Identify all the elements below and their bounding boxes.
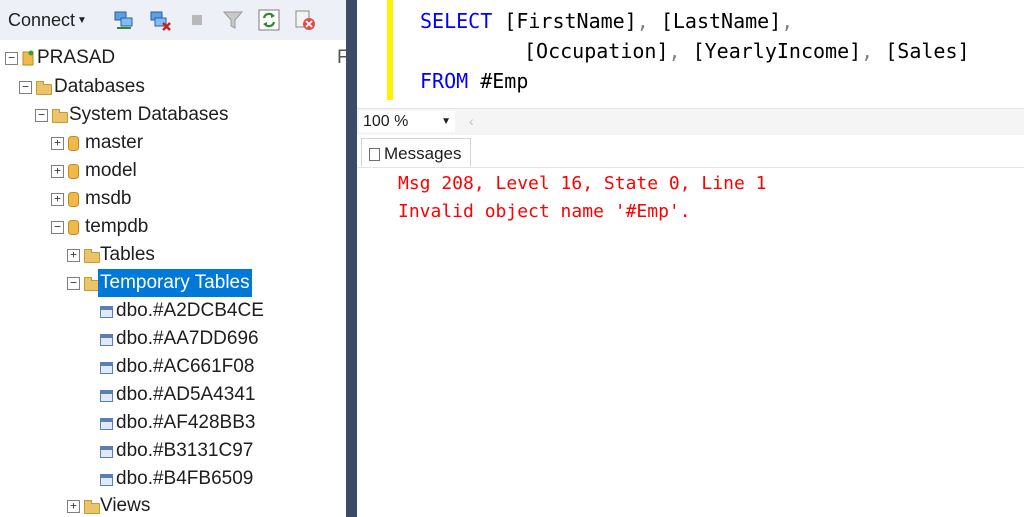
tree-node-label: Tables xyxy=(100,244,155,265)
server-name: PRASAD xyxy=(37,47,116,68)
tree-node-label: Databases xyxy=(54,76,145,97)
disconnect-server-icon[interactable] xyxy=(149,9,171,31)
tree-node-label: dbo.#AC661F08 xyxy=(116,356,255,377)
tree-node-label: model xyxy=(85,160,137,181)
expand-toggle-icon[interactable]: + xyxy=(67,500,80,513)
tree-node-label: Views xyxy=(100,495,151,516)
sql-keyword: FROM xyxy=(420,69,469,93)
collapse-toggle-icon[interactable]: − xyxy=(51,221,64,234)
table-icon xyxy=(100,474,113,486)
sql-column: [YearlyIncome] xyxy=(692,39,862,63)
sql-column: [FirstName] xyxy=(504,9,637,33)
sql-table: #Emp xyxy=(480,69,529,93)
tree-node-label: dbo.#AA7DD696 xyxy=(116,328,259,349)
results-pane: Messages Msg 208, Level 16, State 0, Lin… xyxy=(357,135,1024,517)
panel-splitter[interactable] xyxy=(346,0,357,517)
folder-icon xyxy=(36,81,52,95)
folder-icon xyxy=(84,249,100,263)
tree-node-label-selected: Temporary Tables xyxy=(98,269,252,297)
sql-keyword: SELECT xyxy=(420,9,493,33)
query-editor[interactable]: SELECT [FirstName], [LastName], [Occupat… xyxy=(357,0,1024,110)
message-icon xyxy=(369,148,380,161)
expand-toggle-icon[interactable]: + xyxy=(51,193,64,206)
collapse-toggle-icon[interactable]: − xyxy=(5,52,18,65)
explorer-toolbar: Connect ▼ xyxy=(0,0,346,40)
tree-node-label: System Databases xyxy=(69,104,229,125)
expand-toggle-icon[interactable]: + xyxy=(51,137,64,150)
table-icon xyxy=(100,446,113,458)
tree-node-label: msdb xyxy=(85,188,132,209)
filter-icon[interactable] xyxy=(222,9,244,31)
stop-icon[interactable] xyxy=(186,9,208,31)
code-line-2: [Occupation], [YearlyIncome], [Sales] xyxy=(524,39,970,63)
object-explorer: Connect ▼ − PRASAD F − Databases − Syste… xyxy=(0,0,346,517)
scroll-left-icon[interactable]: ‹ xyxy=(469,113,474,129)
database-icon xyxy=(68,164,79,179)
connect-button[interactable]: Connect ▼ xyxy=(8,9,87,31)
tab-messages[interactable]: Messages xyxy=(361,138,471,167)
table-icon xyxy=(100,362,113,374)
collapse-toggle-icon[interactable]: − xyxy=(19,81,32,94)
tree-node-label: dbo.#AD5A4341 xyxy=(116,384,256,405)
refresh-icon[interactable] xyxy=(258,9,280,31)
server-icon xyxy=(22,50,34,66)
code-line-3: FROM #Emp xyxy=(420,66,528,96)
chevron-down-icon[interactable]: ▼ xyxy=(77,15,87,26)
zoom-value: 100 % xyxy=(363,113,409,130)
folder-icon xyxy=(84,500,100,514)
tree-node-server[interactable]: − PRASAD F xyxy=(0,44,346,72)
zoom-dropdown[interactable]: 100 % ▼ xyxy=(359,111,455,132)
table-icon xyxy=(100,306,113,318)
connect-server-icon[interactable] xyxy=(113,9,135,31)
table-icon xyxy=(100,418,113,430)
chevron-down-icon[interactable]: ▼ xyxy=(441,111,451,132)
tree-node-label: tempdb xyxy=(85,216,149,237)
collapse-icon[interactable] xyxy=(294,9,316,31)
collapse-toggle-icon[interactable]: − xyxy=(67,277,80,290)
zoom-bar: 100 % ▼ ‹ xyxy=(357,108,1024,135)
connect-label: Connect xyxy=(8,10,76,30)
expand-toggle-icon[interactable]: + xyxy=(51,165,64,178)
database-icon xyxy=(68,220,79,235)
error-message-line: Msg 208, Level 16, State 0, Line 1 xyxy=(398,173,767,194)
table-icon xyxy=(100,390,113,402)
tree-node-label: dbo.#B4FB6509 xyxy=(116,468,254,489)
error-message-line: Invalid object name '#Emp'. xyxy=(398,201,691,222)
expand-toggle-icon[interactable]: + xyxy=(67,249,80,262)
folder-icon xyxy=(52,109,68,123)
tree-node-label: dbo.#A2DCB4CE xyxy=(116,300,264,321)
change-tracking-gutter xyxy=(387,0,393,100)
sql-column: [LastName] xyxy=(660,9,782,33)
tree-node-label: dbo.#AF428BB3 xyxy=(116,412,256,433)
server-name-suffix: F xyxy=(337,47,346,68)
tree-node-label: dbo.#B3131C97 xyxy=(116,440,254,461)
database-icon xyxy=(68,136,79,151)
tree-node-label: master xyxy=(85,132,144,153)
sql-column: [Sales] xyxy=(885,39,970,63)
tab-label: Messages xyxy=(384,144,462,163)
results-tab-strip: Messages xyxy=(357,135,1024,168)
code-line-1: SELECT [FirstName], [LastName], xyxy=(420,9,794,33)
sql-column: [Occupation] xyxy=(524,39,669,63)
collapse-toggle-icon[interactable]: − xyxy=(35,109,48,122)
database-icon xyxy=(68,192,79,207)
table-icon xyxy=(100,334,113,346)
